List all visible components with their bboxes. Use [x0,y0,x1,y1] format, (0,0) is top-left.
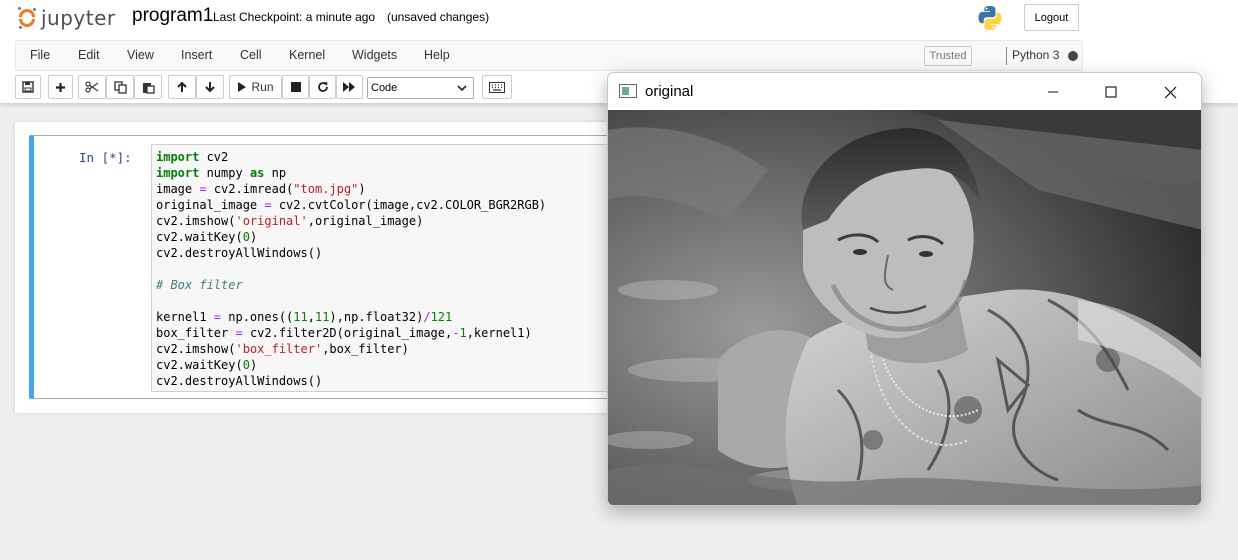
paste-icon [142,82,155,94]
cell-type-value: Code [371,82,398,94]
close-button[interactable] [1147,77,1193,107]
restart-icon [317,82,328,92]
autosave-status: (unsaved changes) [387,10,490,24]
interrupt-button[interactable] [282,75,309,99]
move-up-button[interactable] [168,75,196,99]
window-title: original [645,83,694,100]
menu-view[interactable]: View [127,48,154,62]
code-line: cv2.waitKey(0) [156,358,258,372]
menu-insert[interactable]: Insert [181,48,212,62]
run-icon [238,82,247,92]
code-line: # Box filter [156,278,243,292]
cut-button[interactable] [78,75,106,99]
chevron-down-icon [457,85,467,92]
code-line: import cv2 [156,150,229,164]
restart-run-all-button[interactable] [336,75,363,99]
jupyter-logo-icon [18,7,36,29]
app-window-icon [619,84,637,98]
code-line: box_filter = cv2.filter2D(original_image… [156,326,532,340]
trusted-badge[interactable]: Trusted [924,46,972,66]
code-line: cv2.imshow('box_filter',box_filter) [156,342,409,356]
plus-icon [56,82,65,92]
keyboard-icon [489,81,505,93]
notebook-name[interactable]: program1 [132,5,213,27]
kernel-divider [1006,47,1007,65]
menu-kernel[interactable]: Kernel [289,48,325,62]
restart-button[interactable] [309,75,336,99]
code-line: import numpy as np [156,166,287,180]
window-titlebar[interactable]: original [608,73,1201,110]
logout-button[interactable]: Logout [1024,4,1079,31]
checkpoint-status: Last Checkpoint: a minute ago [213,10,376,24]
arrow-up-icon [177,81,187,92]
displayed-image [608,110,1201,505]
menu-help[interactable]: Help [424,48,450,62]
copy-button[interactable] [106,75,134,99]
code-line: cv2.imshow('original',original_image) [156,214,424,228]
save-button[interactable] [15,75,41,99]
run-button[interactable]: Run [229,75,282,99]
code-line: original_image = cv2.cvtColor(image,cv2.… [156,198,547,212]
grayscale-photo [608,110,1201,505]
save-icon [22,81,34,93]
scissors-icon [85,81,99,93]
code-line: cv2.destroyAllWindows() [156,246,323,260]
menu-cell[interactable]: Cell [240,48,262,62]
minimize-icon [1048,91,1058,93]
menu-file[interactable]: File [30,48,50,62]
paste-button[interactable] [134,75,162,99]
minimize-button[interactable] [1030,77,1076,107]
code-line: cv2.waitKey(0) [156,230,258,244]
insert-cell-button[interactable] [48,75,73,99]
cell-type-select[interactable]: Code [367,77,474,99]
fast-forward-icon [343,82,355,92]
kernel-name[interactable]: Python 3 [1012,48,1059,62]
menubar: File Edit View Insert Cell Kernel Widget… [15,40,1083,71]
python-logo-icon [978,6,1002,30]
menu-edit[interactable]: Edit [78,48,100,62]
run-label: Run [251,80,274,94]
maximize-icon [1105,86,1117,98]
jupyter-logo[interactable]: jupyter [18,5,116,31]
stop-icon [290,82,301,92]
kernel-busy-indicator [1068,51,1078,61]
move-down-button[interactable] [196,75,224,99]
code-line: cv2.destroyAllWindows() [156,374,323,388]
jupyter-logo-text: jupyter [41,6,116,30]
code-line: kernel1 = np.ones((11,11),np.float32)/12… [156,310,453,324]
menu-widgets[interactable]: Widgets [352,48,397,62]
close-icon [1164,86,1176,98]
arrow-down-icon [205,82,215,93]
command-palette-button[interactable] [482,75,512,99]
cell-prompt: In [*]: [79,150,132,165]
code-line: image = cv2.imread("tom.jpg") [156,182,366,196]
copy-icon [113,80,127,94]
maximize-button[interactable] [1088,77,1134,107]
opencv-image-window[interactable]: original [607,72,1202,506]
